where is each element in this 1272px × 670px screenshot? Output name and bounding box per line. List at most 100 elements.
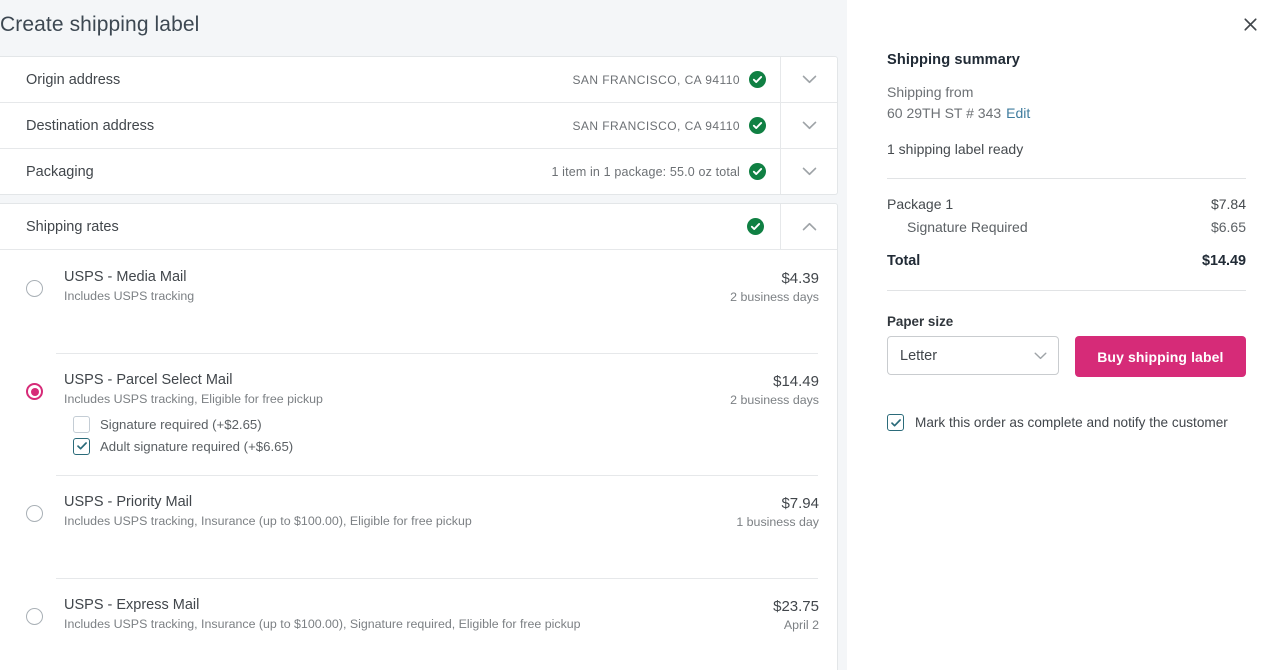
line-item-label: Package 1 [887, 196, 953, 212]
rate-price-cell: $7.94 1 business day [723, 493, 819, 560]
shipping-rates-card: Shipping rates [0, 203, 838, 670]
close-icon [1243, 17, 1258, 32]
accordion-row-label: Origin address [26, 72, 120, 88]
edit-address-link[interactable]: Edit [1006, 105, 1030, 121]
checkbox-adult-signature-required[interactable] [73, 438, 90, 455]
accordion-row-status: 1 item in 1 package: 55.0 oz total [551, 165, 740, 179]
shipping-rates-header-right [747, 218, 764, 235]
shipping-rates-toggle[interactable] [780, 204, 837, 249]
success-check-icon [749, 117, 766, 134]
shipping-rate-option-media-mail[interactable]: USPS - Media Mail Includes USPS tracking… [0, 250, 837, 353]
radio-priority-mail[interactable] [26, 505, 43, 522]
rate-title: USPS - Priority Mail [64, 493, 711, 512]
shipping-summary-sidebar: Shipping summary Shipping from 60 29TH S… [847, 0, 1272, 670]
rate-price-cell: $23.75 April 2 [723, 596, 819, 663]
accordion-row-status: SAN FRANCISCO, CA 94110 [572, 73, 740, 87]
rate-body: USPS - Media Mail Includes USPS tracking [64, 268, 723, 335]
rate-description: Includes USPS tracking, Eligible for fre… [64, 391, 711, 408]
chevron-down-icon [802, 167, 817, 176]
summary-divider-bottom [887, 290, 1246, 291]
buy-shipping-label-button[interactable]: Buy shipping label [1075, 336, 1246, 377]
summary-divider-top [887, 178, 1246, 179]
radio-parcel-select-mail[interactable] [26, 383, 43, 400]
rate-body: USPS - Parcel Select Mail Includes USPS … [64, 371, 723, 457]
paper-size-label: Paper size [887, 314, 1246, 329]
rate-eta: 1 business day [723, 514, 819, 531]
rate-eta: 2 business days [723, 392, 819, 409]
accordion-toggle-packaging[interactable] [780, 149, 837, 194]
rate-price: $7.94 [723, 494, 819, 514]
addon-adult-signature-required[interactable]: Adult signature required (+$6.65) [64, 435, 711, 457]
checkmark-icon [76, 440, 88, 452]
accordion-row-right: SAN FRANCISCO, CA 94110 [572, 71, 766, 88]
rate-description: Includes USPS tracking, Insurance (up to… [64, 513, 711, 530]
radio-cell [26, 596, 64, 663]
addon-signature-required[interactable]: Signature required (+$2.65) [64, 413, 711, 435]
summary-title: Shipping summary [887, 52, 1246, 68]
accordion-row-origin-address[interactable]: Origin address SAN FRANCISCO, CA 94110 [0, 57, 837, 103]
rate-eta: April 2 [723, 617, 819, 634]
accordion-toggle-origin-address[interactable] [780, 57, 837, 102]
radio-media-mail[interactable] [26, 280, 43, 297]
paper-size-select[interactable]: Letter [887, 336, 1059, 375]
total-value: $14.49 [1202, 253, 1246, 269]
rate-title: USPS - Parcel Select Mail [64, 371, 711, 390]
success-check-icon [749, 71, 766, 88]
accordion-row-destination-address[interactable]: Destination address SAN FRANCISCO, CA 94… [0, 103, 837, 149]
shipping-from-address: 60 29TH ST # 343 [887, 105, 1001, 121]
addon-label: Signature required (+$2.65) [100, 416, 262, 433]
rate-price-cell: $14.49 2 business days [723, 371, 819, 457]
success-check-icon [749, 163, 766, 180]
shipping-rate-option-priority-mail[interactable]: USPS - Priority Mail Includes USPS track… [0, 475, 837, 578]
rate-description: Includes USPS tracking, Insurance (up to… [64, 616, 711, 633]
paper-size-block: Paper size Letter Buy shipping label [887, 314, 1246, 377]
shipping-rates-header[interactable]: Shipping rates [0, 204, 837, 250]
radio-express-mail[interactable] [26, 608, 43, 625]
chevron-down-icon [802, 75, 817, 84]
radio-cell [26, 493, 64, 560]
shipping-rate-option-parcel-select-mail[interactable]: USPS - Parcel Select Mail Includes USPS … [0, 353, 837, 475]
left-pane: Create shipping label Origin address SAN… [0, 0, 847, 670]
accordion-row-status: SAN FRANCISCO, CA 94110 [572, 119, 740, 133]
chevron-down-icon [1034, 352, 1047, 360]
rate-body: USPS - Priority Mail Includes USPS track… [64, 493, 723, 560]
shipping-rates-header-main[interactable]: Shipping rates [0, 204, 780, 249]
rate-price: $23.75 [723, 597, 819, 617]
labels-ready-text: 1 shipping label ready [887, 141, 1246, 157]
line-item-label: Signature Required [887, 219, 1028, 235]
summary-total-row: Total $14.49 [887, 253, 1246, 269]
rate-price: $14.49 [723, 372, 819, 392]
accordion-toggle-destination-address[interactable] [780, 103, 837, 148]
summary-line-item-signature-required: Signature Required $6.65 [887, 219, 1246, 235]
radio-cell [26, 268, 64, 335]
accordion-row-main[interactable]: Destination address SAN FRANCISCO, CA 94… [0, 103, 780, 148]
addon-label: Adult signature required (+$6.65) [100, 438, 293, 455]
shipping-from-row: 60 29TH ST # 343 Edit [887, 103, 1246, 124]
accordion-row-main[interactable]: Origin address SAN FRANCISCO, CA 94110 [0, 57, 780, 102]
accordion-row-right: 1 item in 1 package: 55.0 oz total [551, 163, 766, 180]
rate-price: $4.39 [723, 269, 819, 289]
accordion-row-packaging[interactable]: Packaging 1 item in 1 package: 55.0 oz t… [0, 149, 837, 194]
line-item-value: $6.65 [1211, 219, 1246, 235]
paper-size-value: Letter [900, 348, 937, 364]
mark-complete-label: Mark this order as complete and notify t… [915, 415, 1228, 430]
accordion-row-label: Packaging [26, 164, 94, 180]
shipping-rate-list: USPS - Media Mail Includes USPS tracking… [0, 250, 837, 670]
rate-eta: 2 business days [723, 289, 819, 306]
checkbox-signature-required[interactable] [73, 416, 90, 433]
rate-addons: Signature required (+$2.65) Adult signat… [64, 413, 711, 457]
checkbox-mark-complete[interactable] [887, 414, 904, 431]
close-button[interactable] [1234, 8, 1266, 40]
accordion-row-label: Destination address [26, 118, 154, 134]
radio-cell [26, 371, 64, 457]
page-title: Create shipping label [0, 0, 847, 39]
rate-title: USPS - Media Mail [64, 268, 711, 287]
rate-title: USPS - Express Mail [64, 596, 711, 615]
shipping-rate-option-express-mail[interactable]: USPS - Express Mail Includes USPS tracki… [0, 578, 837, 670]
success-check-icon [747, 218, 764, 235]
checkmark-icon [890, 417, 902, 429]
shipping-from-label: Shipping from [887, 82, 1246, 103]
mark-complete-row[interactable]: Mark this order as complete and notify t… [887, 414, 1246, 431]
accordion-row-main[interactable]: Packaging 1 item in 1 package: 55.0 oz t… [0, 149, 780, 194]
address-accordion-card: Origin address SAN FRANCISCO, CA 94110 D… [0, 56, 838, 195]
